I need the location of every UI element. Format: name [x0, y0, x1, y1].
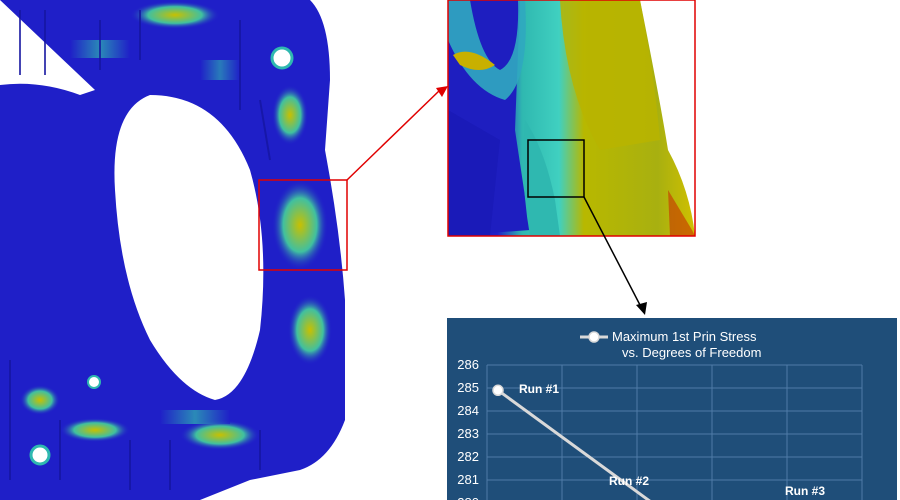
y-tick-label: 284: [457, 403, 479, 418]
stress-hotspot: [272, 85, 308, 145]
y-tick-label: 283: [457, 426, 479, 441]
data-point: [492, 384, 504, 397]
data-label: Run #3: [785, 484, 825, 498]
data-label: Run #1: [519, 382, 559, 396]
legend-label-line1: Maximum 1st Prin Stress: [612, 329, 757, 344]
y-tick-label: 286: [457, 357, 479, 372]
bolt-hole: [29, 444, 51, 466]
callout-arrow-red: [346, 89, 441, 181]
y-tick-label: 281: [457, 472, 479, 487]
fea-stress-figure: Maximum 1st Prin Stress vs. Degrees of F…: [0, 0, 897, 500]
stress-hotspot: [60, 418, 130, 442]
stress-hotspot: [180, 420, 260, 450]
stress-convergence-chart: Maximum 1st Prin Stress vs. Degrees of F…: [447, 318, 897, 500]
legend-label-line2: vs. Degrees of Freedom: [622, 345, 761, 360]
stress-hotspot: [130, 1, 220, 29]
callout-arrowhead-black: [636, 302, 647, 315]
zoom-detail-panel: [448, 0, 695, 236]
y-tick-label: 285: [457, 380, 479, 395]
legend-marker-swatch: [588, 331, 600, 343]
data-label: Run #2: [609, 474, 649, 488]
y-tick-label: 282: [457, 449, 479, 464]
stress-hotspot: [20, 385, 60, 415]
fea-mesh-model: [0, 0, 345, 500]
stress-hotspot: [288, 295, 332, 365]
stress-hotspot: [272, 180, 328, 270]
stress-band: [160, 410, 230, 424]
stress-band: [200, 60, 240, 80]
bolt-hole: [87, 375, 101, 389]
y-tick-label: 280: [457, 495, 479, 500]
bolt-hole: [270, 46, 294, 70]
